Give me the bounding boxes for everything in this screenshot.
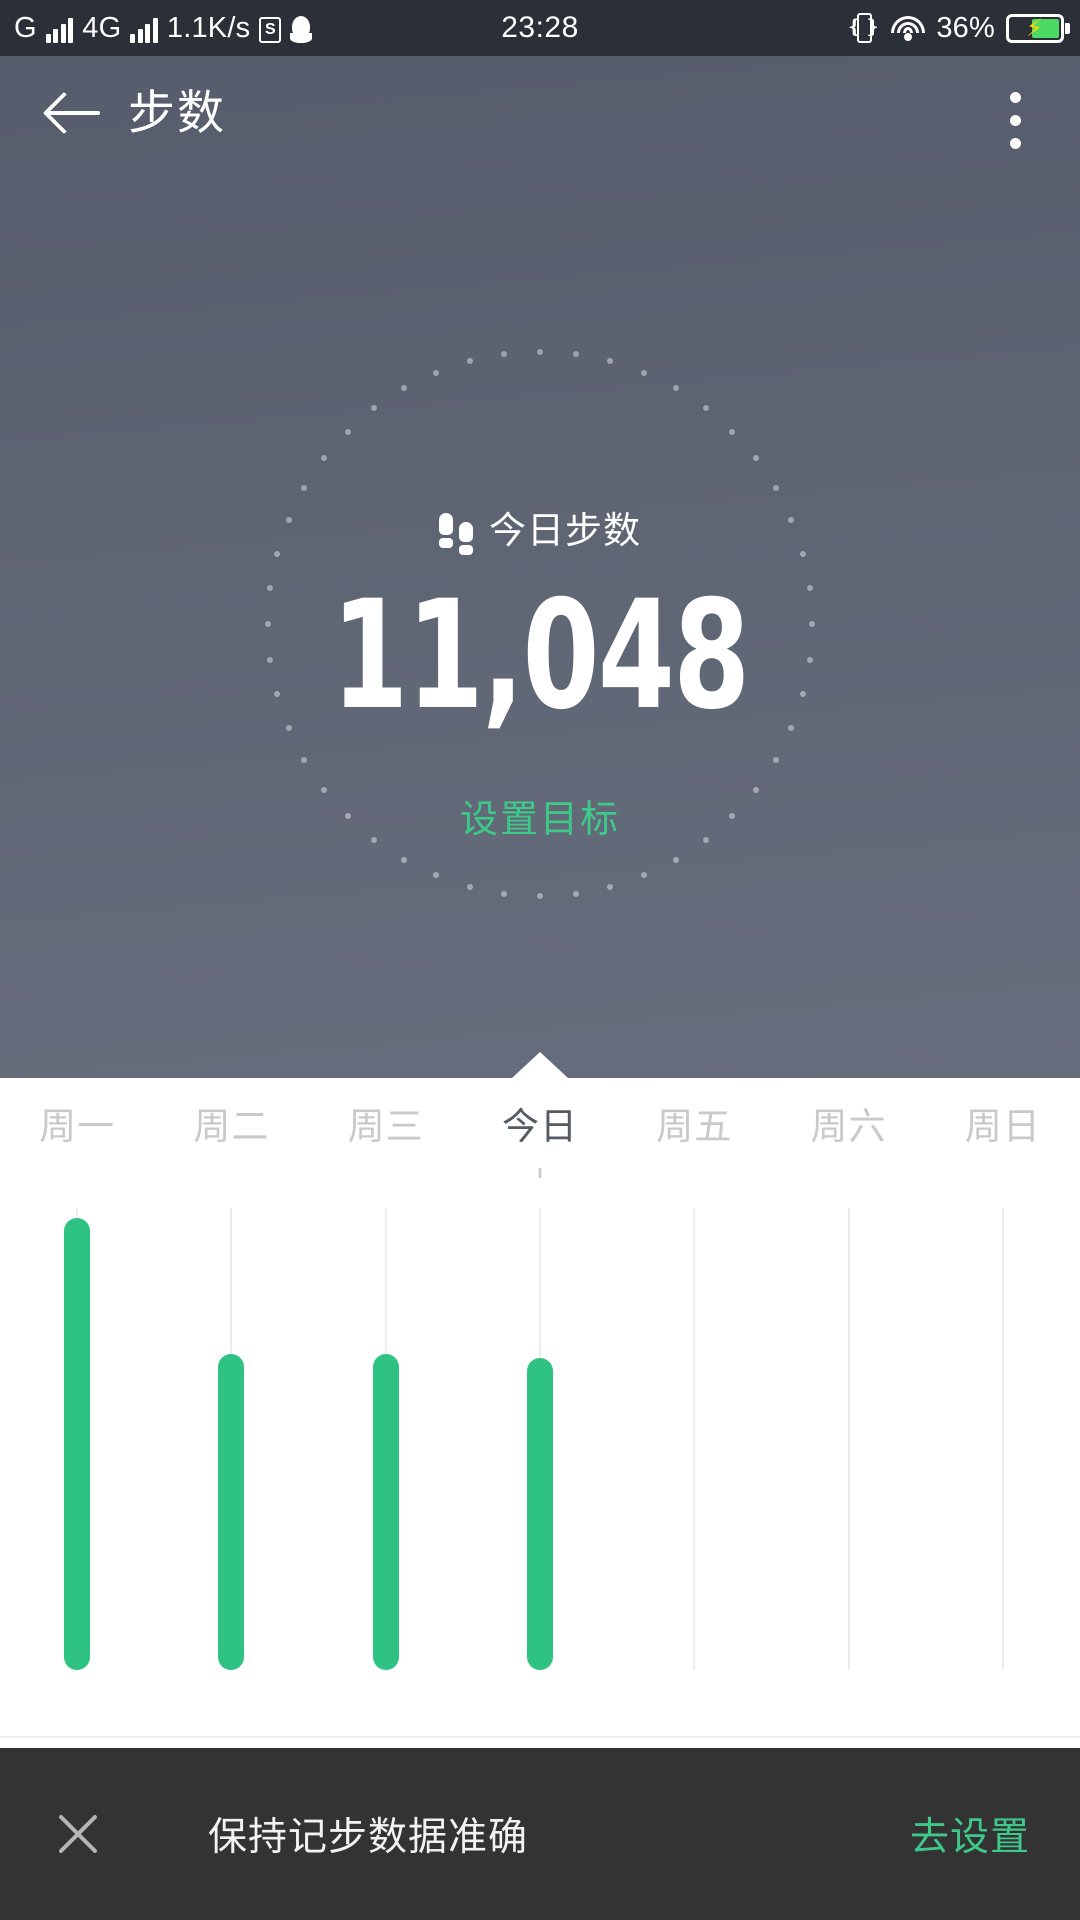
day-tab-3[interactable]: 今日 <box>463 1098 617 1178</box>
day-tab-label: 周五 <box>656 1106 733 1147</box>
close-icon[interactable] <box>50 1806 106 1862</box>
day-tab-4[interactable]: 周五 <box>617 1098 771 1178</box>
bar-track <box>847 1208 850 1670</box>
day-tab-label: 周日 <box>964 1106 1041 1147</box>
wifi-icon <box>891 15 926 41</box>
day-tab-label: 今日 <box>501 1106 578 1147</box>
steps-screen: G 4G 1.1K/s S 23:28 ❴ ❵ 36% ⚡ 步数 今日步数 11… <box>0 0 1080 1920</box>
weekly-chart: 周一 周二 周三 今日 周五 周六 周日 <box>0 1078 1080 1738</box>
overflow-menu-icon[interactable] <box>994 92 1036 166</box>
bar-track <box>693 1208 696 1670</box>
selected-day-notch <box>512 1052 568 1078</box>
chart-divider <box>0 1736 1080 1738</box>
page-title: 步数 <box>128 86 226 139</box>
vibrate-icon: ❴ ❵ <box>846 13 880 43</box>
bar-plot-area <box>0 1208 1080 1678</box>
banner-message: 保持记步数据准确 <box>208 1816 529 1859</box>
accuracy-banner: 保持记步数据准确 去设置 <box>0 1748 1080 1920</box>
bar-value <box>526 1358 553 1670</box>
battery-percent-label: 36% <box>936 12 995 44</box>
day-tab-1[interactable]: 周二 <box>154 1098 308 1178</box>
day-tab-0[interactable]: 周一 <box>0 1098 154 1178</box>
battery-charging-icon: ⚡ <box>1006 13 1070 43</box>
bar-column-0[interactable] <box>0 1208 154 1678</box>
back-arrow-icon[interactable] <box>48 88 104 138</box>
bar-column-4[interactable] <box>617 1208 771 1678</box>
day-tab-2[interactable]: 周三 <box>309 1098 463 1178</box>
bar-value <box>218 1353 245 1670</box>
app-bar: 步数 <box>0 56 1080 168</box>
day-tab-label: 周三 <box>347 1106 424 1147</box>
today-steps-label-row: 今日步数 <box>0 510 1080 555</box>
day-tab-label: 周二 <box>193 1106 270 1147</box>
day-tab-5[interactable]: 周六 <box>771 1098 925 1178</box>
bar-column-5[interactable] <box>771 1208 925 1678</box>
today-steps-label: 今日步数 <box>489 510 641 551</box>
steps-count-value: 11,048 <box>331 569 750 743</box>
day-tab-6[interactable]: 周日 <box>926 1098 1080 1178</box>
bar-track <box>1001 1208 1004 1670</box>
footprints-icon <box>439 513 473 555</box>
day-tab-label: 周一 <box>39 1106 116 1147</box>
banner-action-link[interactable]: 去设置 <box>910 1806 1030 1862</box>
clock-label: 23:28 <box>501 11 579 44</box>
bar-value <box>64 1218 91 1670</box>
day-tab-label: 周六 <box>810 1106 887 1147</box>
status-bar: G 4G 1.1K/s S 23:28 ❴ ❵ 36% ⚡ <box>0 0 1080 56</box>
day-tabs: 周一 周二 周三 今日 周五 周六 周日 <box>0 1098 1080 1178</box>
status-bar-right: ❴ ❵ 36% ⚡ <box>846 12 1070 44</box>
bar-value <box>372 1353 399 1670</box>
bar-column-3[interactable] <box>463 1208 617 1678</box>
set-goal-link[interactable]: 设置目标 <box>0 796 1080 844</box>
bar-column-2[interactable] <box>309 1208 463 1678</box>
bar-column-1[interactable] <box>154 1208 308 1678</box>
hero-panel: 步数 今日步数 11,048 设置目标 <box>0 56 1080 1078</box>
bar-column-6[interactable] <box>926 1208 1080 1678</box>
